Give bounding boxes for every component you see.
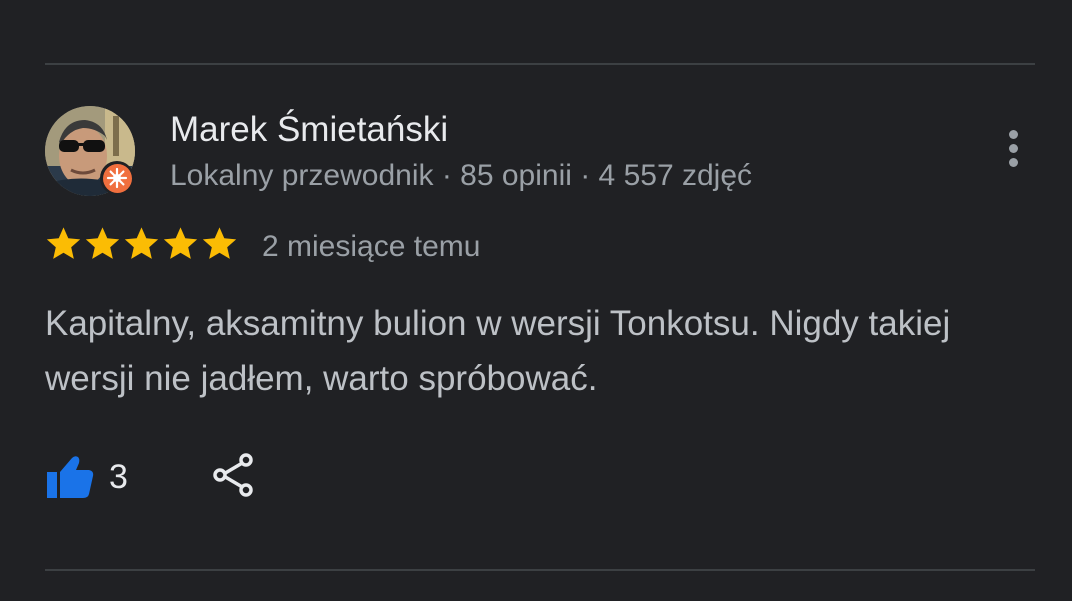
star-icon: [46, 227, 81, 259]
more-options-button[interactable]: [992, 122, 1034, 174]
star-icon: [85, 227, 120, 259]
author-meta: Lokalny przewodnik · 85 opinii · 4 557 z…: [170, 159, 752, 192]
review-text: Kapitalny, aksamitny bulion w wersji Ton…: [45, 304, 951, 398]
review-card: Marek Śmietański Lokalny przewodnik · 85…: [0, 0, 1072, 601]
like-button[interactable]: 3: [45, 452, 128, 502]
local-guide-badge-icon: [100, 161, 134, 195]
bottom-divider: [45, 569, 1035, 571]
thumbs-up-icon: [47, 456, 94, 498]
share-icon: [213, 453, 253, 497]
review-date: 2 miesiące temu: [262, 230, 481, 263]
author-name[interactable]: Marek Śmietański: [170, 110, 448, 150]
like-count: 3: [109, 458, 128, 496]
star-icon: [163, 227, 198, 259]
top-divider: [45, 63, 1035, 65]
star-icon: [124, 227, 159, 259]
more-vert-icon: [1008, 129, 1018, 139]
star-icon: [202, 227, 237, 259]
star-rating: [45, 225, 238, 262]
share-button[interactable]: [210, 451, 258, 499]
